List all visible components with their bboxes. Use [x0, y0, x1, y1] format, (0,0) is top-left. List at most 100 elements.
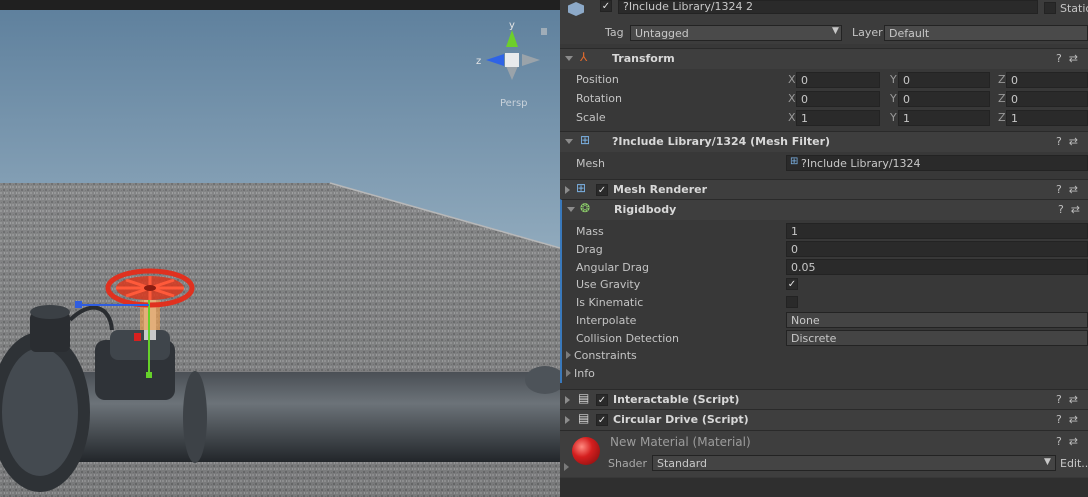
shader-dropdown[interactable]: Standard	[652, 455, 1056, 471]
constraints-foldout[interactable]: Constraints	[574, 349, 637, 362]
angular-drag-field[interactable]: 0.05	[786, 259, 1088, 275]
mesh-renderer-header[interactable]: ⊞ ✓ Mesh Renderer ? ⇄	[560, 179, 1088, 200]
gameobject-cube-icon	[568, 2, 584, 16]
layer-label: Layer	[852, 26, 883, 39]
inspector-footer	[560, 478, 1088, 497]
axis-x-label: X	[788, 73, 796, 86]
circular-drive-enabled-checkbox[interactable]: ✓	[596, 414, 608, 426]
interpolate-label: Interpolate	[576, 314, 637, 327]
object-name-input[interactable]: ?Include Library/1324 2	[618, 0, 1038, 14]
rotation-z-field[interactable]: 0	[1006, 91, 1088, 107]
axis-x-label: X	[788, 111, 796, 124]
foldout-arrow-icon[interactable]	[565, 396, 570, 404]
transform-axes-icon: ⅄	[580, 50, 588, 64]
interactable-script-title: Interactable (Script)	[613, 393, 740, 406]
rigidbody-header[interactable]: ❂ Rigidbody ? ⇄	[560, 199, 1088, 220]
static-checkbox[interactable]	[1044, 2, 1056, 14]
help-icon[interactable]: ?	[1058, 203, 1064, 216]
tag-label: Tag	[605, 26, 624, 39]
component-help-settings[interactable]: ? ⇄	[1056, 393, 1078, 406]
foldout-arrow-icon[interactable]	[565, 416, 570, 424]
foldout-arrow-icon[interactable]	[565, 186, 570, 194]
settings-icon[interactable]: ⇄	[1069, 52, 1078, 65]
rotation-x-field[interactable]: 0	[796, 91, 880, 107]
axis-x-label: X	[788, 92, 796, 105]
help-icon[interactable]: ?	[1056, 413, 1062, 426]
transform-header[interactable]: ⅄ Transform ? ⇄	[560, 48, 1088, 69]
inspector-panel: ✓ ?Include Library/1324 2 Static Tag Unt…	[560, 0, 1088, 497]
info-foldout-icon[interactable]	[566, 369, 571, 377]
mesh-renderer-title: Mesh Renderer	[613, 183, 708, 196]
position-y-field[interactable]: 0	[898, 72, 990, 88]
constraints-foldout-icon[interactable]	[566, 351, 571, 359]
component-help-settings[interactable]: ? ⇄	[1056, 183, 1078, 196]
mass-field[interactable]: 1	[786, 223, 1088, 239]
mesh-filter-header[interactable]: ⊞ ?Include Library/1324 (Mesh Filter) ? …	[560, 131, 1088, 152]
help-icon[interactable]: ?	[1056, 435, 1062, 448]
is-kinematic-checkbox[interactable]	[786, 296, 798, 308]
use-gravity-checkbox[interactable]: ✓	[786, 278, 798, 290]
interactable-script-header[interactable]: ▤ ✓ Interactable (Script) ? ⇄	[560, 389, 1088, 410]
drag-label: Drag	[576, 243, 603, 256]
material-edit-button[interactable]: Edit...	[1060, 457, 1088, 470]
shader-label: Shader	[608, 457, 647, 470]
transform-title: Transform	[612, 52, 675, 65]
mesh-renderer-enabled-checkbox[interactable]: ✓	[596, 184, 608, 196]
axis-z-label: Z	[998, 73, 1006, 86]
position-z-field[interactable]: 0	[1006, 72, 1088, 88]
help-icon[interactable]: ?	[1056, 393, 1062, 406]
collision-detection-dropdown[interactable]: Discrete	[786, 330, 1088, 346]
is-kinematic-label: Is Kinematic	[576, 296, 644, 309]
axis-z-label: Z	[998, 111, 1006, 124]
shader-dropdown-arrow-icon: ▼	[1044, 457, 1051, 467]
object-header: ✓ ?Include Library/1324 2 Static Tag Unt…	[560, 0, 1088, 44]
mesh-label: Mesh	[576, 157, 605, 170]
foldout-arrow-icon[interactable]	[565, 56, 573, 61]
material-preview-sphere[interactable]	[572, 437, 600, 465]
settings-icon[interactable]: ⇄	[1069, 135, 1078, 148]
info-foldout[interactable]: Info	[574, 367, 595, 380]
settings-icon[interactable]: ⇄	[1071, 203, 1080, 216]
rigidbody-title: Rigidbody	[614, 203, 677, 216]
gizmo-z-label: z	[476, 56, 481, 67]
scene-render: y z	[0, 0, 560, 497]
rotation-label: Rotation	[576, 92, 623, 105]
material-foldout-icon[interactable]	[564, 463, 569, 471]
scale-y-field[interactable]: 1	[898, 110, 990, 126]
script-icon: ▤	[578, 411, 590, 425]
mesh-filter-title: ?Include Library/1324 (Mesh Filter)	[612, 135, 831, 148]
active-checkbox[interactable]: ✓	[600, 0, 612, 12]
component-help-settings[interactable]: ? ⇄	[1058, 203, 1080, 216]
component-help-settings[interactable]: ? ⇄	[1056, 135, 1078, 148]
tag-dropdown[interactable]: Untagged	[630, 25, 842, 41]
rotation-y-field[interactable]: 0	[898, 91, 990, 107]
settings-icon[interactable]: ⇄	[1069, 183, 1078, 196]
axis-z-label: Z	[998, 92, 1006, 105]
tag-dropdown-arrow-icon: ▼	[832, 26, 839, 36]
scale-x-field[interactable]: 1	[796, 110, 880, 126]
layer-dropdown[interactable]: Default	[884, 25, 1088, 41]
mesh-object-field[interactable]: ?Include Library/1324	[786, 155, 1088, 171]
scene-view[interactable]: y z Persp	[0, 0, 560, 497]
component-help-settings[interactable]: ? ⇄	[1056, 435, 1078, 448]
component-help-settings[interactable]: ? ⇄	[1056, 413, 1078, 426]
settings-icon[interactable]: ⇄	[1069, 393, 1078, 406]
rigidbody-accent-bar	[560, 219, 562, 383]
persp-label[interactable]: Persp	[500, 98, 528, 109]
mesh-renderer-icon: ⊞	[576, 181, 587, 195]
interactable-enabled-checkbox[interactable]: ✓	[596, 394, 608, 406]
settings-icon[interactable]: ⇄	[1069, 413, 1078, 426]
help-icon[interactable]: ?	[1056, 135, 1062, 148]
foldout-arrow-icon[interactable]	[567, 207, 575, 212]
settings-icon[interactable]: ⇄	[1069, 435, 1078, 448]
circular-drive-script-header[interactable]: ▤ ✓ Circular Drive (Script) ? ⇄	[560, 409, 1088, 430]
angular-drag-label: Angular Drag	[576, 261, 649, 274]
position-x-field[interactable]: 0	[796, 72, 880, 88]
help-icon[interactable]: ?	[1056, 183, 1062, 196]
scale-z-field[interactable]: 1	[1006, 110, 1088, 126]
drag-field[interactable]: 0	[786, 241, 1088, 257]
interpolate-dropdown[interactable]: None	[786, 312, 1088, 328]
component-help-settings[interactable]: ? ⇄	[1056, 52, 1078, 65]
help-icon[interactable]: ?	[1056, 52, 1062, 65]
foldout-arrow-icon[interactable]	[565, 139, 573, 144]
